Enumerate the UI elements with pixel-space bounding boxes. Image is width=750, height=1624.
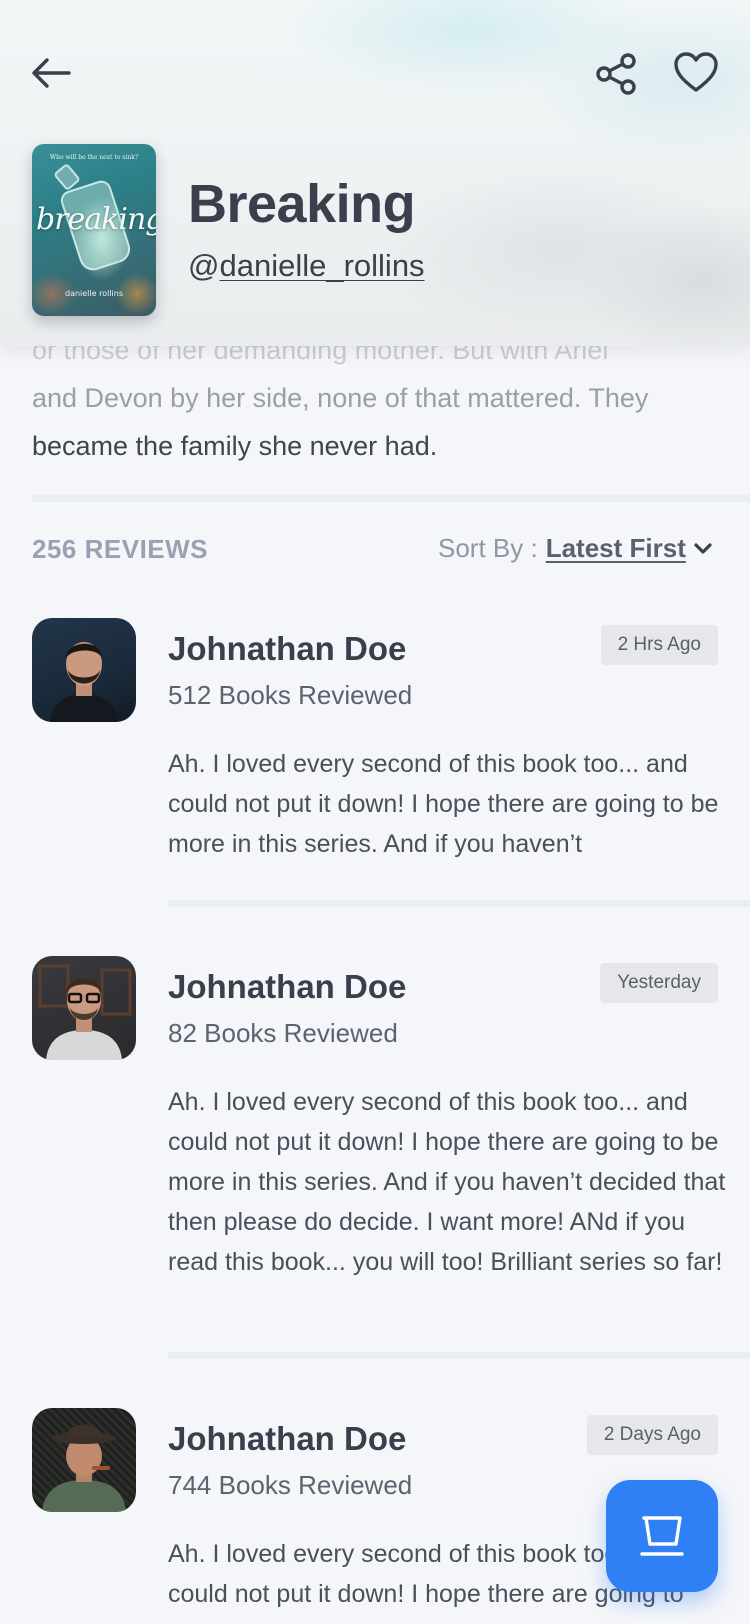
- cart-icon: [640, 1516, 684, 1556]
- cover-author: danielle rollins: [64, 289, 124, 298]
- book-description: or those of her demanding mother. But wi…: [32, 326, 732, 470]
- avatar-portrait: [42, 1424, 126, 1512]
- review-divider: [168, 1352, 750, 1359]
- book-reviews-screen: Who will be the next to sink? breaking d…: [0, 0, 750, 1624]
- review-time-badge: 2 Hrs Ago: [600, 625, 718, 665]
- book-header: Who will be the next to sink? breaking d…: [0, 0, 750, 346]
- books-reviewed-count: 744 Books Reviewed: [168, 1470, 413, 1500]
- review-divider: [168, 900, 750, 907]
- sort-control: Sort By : Latest First: [438, 533, 712, 564]
- author-at-sign: @: [188, 248, 220, 283]
- description-line: became the family she never had.: [32, 431, 438, 461]
- back-button[interactable]: [28, 50, 74, 96]
- description-line: and Devon by her side, none of that matt…: [32, 383, 649, 413]
- reviewer-name[interactable]: Johnathan Doe: [168, 630, 406, 668]
- heart-icon: [674, 52, 718, 92]
- avatar[interactable]: [32, 956, 136, 1060]
- author-handle-link[interactable]: @danielle_rollins: [188, 246, 425, 286]
- avatar-portrait: [38, 964, 132, 1060]
- author-handle-text: danielle_rollins: [219, 248, 425, 283]
- review-time-badge: 2 Days Ago: [586, 1415, 718, 1455]
- books-reviewed-count: 82 Books Reviewed: [168, 1018, 398, 1048]
- share-button[interactable]: [592, 50, 640, 98]
- avatar[interactable]: [32, 1408, 136, 1512]
- book-cover-image: Who will be the next to sink? breaking d…: [32, 144, 156, 316]
- review-text: Ah. I loved every second of this book to…: [168, 750, 719, 858]
- reviewer-name[interactable]: Johnathan Doe: [168, 1420, 406, 1458]
- sort-label: Sort By :: [438, 533, 538, 563]
- favorite-button[interactable]: [672, 48, 720, 96]
- share-icon: [596, 53, 636, 95]
- cover-tagline: Who will be the next to sink?: [49, 154, 139, 161]
- arrow-left-icon: [32, 58, 71, 88]
- book-title: Breaking: [188, 174, 416, 234]
- avatar-portrait: [50, 642, 118, 722]
- review-text: Ah. I loved every second of this book to…: [168, 1088, 726, 1276]
- chevron-down-icon[interactable]: [694, 542, 712, 555]
- reviews-count: 256 REVIEWS: [32, 534, 209, 564]
- reviewer-name[interactable]: Johnathan Doe: [168, 968, 406, 1006]
- review-time-badge: Yesterday: [600, 963, 718, 1003]
- cover-title: breaking: [36, 202, 156, 237]
- books-reviewed-count: 512 Books Reviewed: [168, 680, 413, 710]
- avatar[interactable]: [32, 618, 136, 722]
- cart-button[interactable]: [606, 1480, 718, 1592]
- section-divider: [32, 495, 750, 502]
- sort-dropdown[interactable]: Latest First: [546, 533, 686, 564]
